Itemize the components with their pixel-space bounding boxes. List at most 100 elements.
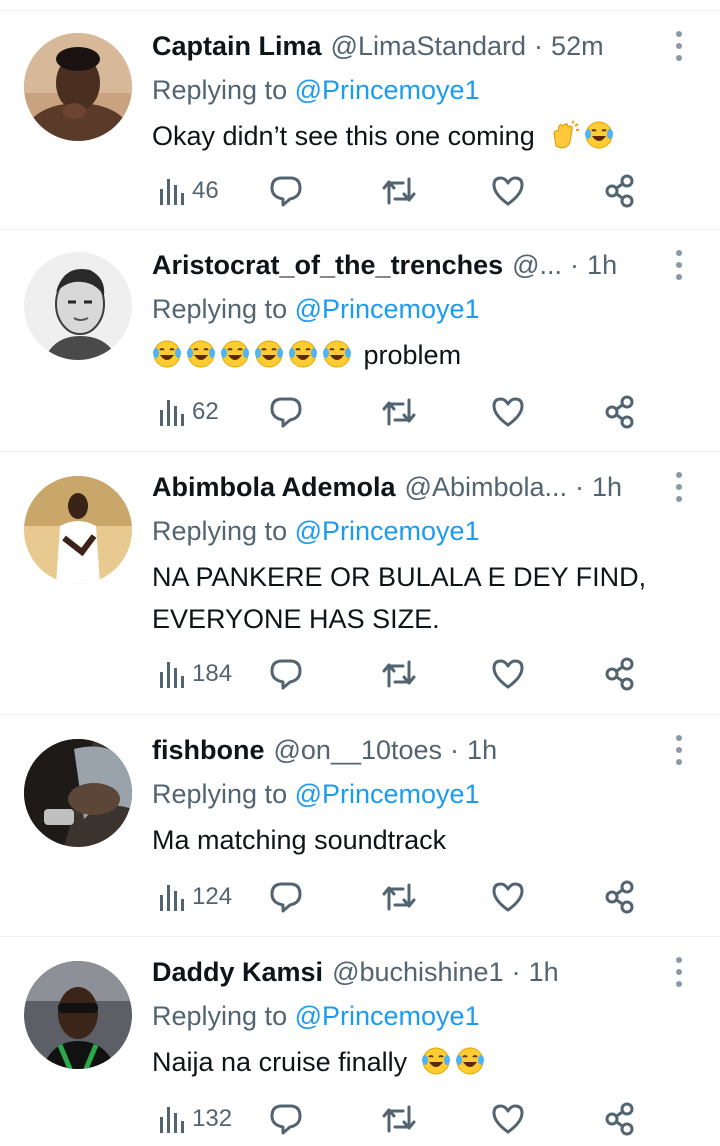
- replying-to: Replying to @Princemoye1: [152, 777, 480, 811]
- user-handle[interactable]: @...: [512, 248, 562, 282]
- heart-icon: [492, 882, 524, 912]
- reply-mention-link[interactable]: @Princemoye1: [295, 294, 480, 324]
- laughing-tears-emoji: [455, 1046, 485, 1076]
- user-handle[interactable]: @buchishine1: [332, 955, 504, 989]
- action-bar: 124: [0, 879, 720, 915]
- retweet-icon: [382, 660, 416, 688]
- tweet-text-line: EVERYONE HAS SIZE.: [152, 604, 440, 634]
- avatar[interactable]: [24, 476, 132, 584]
- laughing-tears-emoji: [421, 1046, 451, 1076]
- more-options-icon[interactable]: [668, 957, 690, 987]
- tweet-item[interactable]: Aristocrat_of_the_trenches @... · 1h Rep…: [0, 230, 720, 452]
- reply-button[interactable]: [268, 394, 304, 430]
- share-button[interactable]: [603, 394, 637, 430]
- replying-to: Replying to @Princemoye1: [152, 73, 480, 107]
- retweet-icon: [382, 398, 416, 426]
- replying-to-label: Replying to: [152, 779, 288, 809]
- views-button[interactable]: 62: [158, 394, 219, 430]
- display-name[interactable]: fishbone: [152, 733, 265, 767]
- views-count: 132: [192, 1105, 233, 1132]
- tweet-item[interactable]: Captain Lima @LimaStandard · 52m Replyin…: [0, 11, 720, 230]
- reply-mention-link[interactable]: @Princemoye1: [295, 779, 480, 809]
- more-options-icon[interactable]: [668, 31, 690, 61]
- timestamp[interactable]: 1h: [467, 733, 497, 767]
- reply-icon: [270, 397, 302, 428]
- tweet-header: Abimbola Ademola @Abimbola... · 1h: [152, 470, 660, 504]
- share-icon: [605, 174, 634, 208]
- views-icon: [160, 179, 184, 205]
- retweet-icon: [382, 883, 416, 911]
- reply-button[interactable]: [268, 1101, 304, 1137]
- display-name[interactable]: Daddy Kamsi: [152, 955, 323, 989]
- separator-dot: ·: [450, 735, 460, 765]
- more-options-icon[interactable]: [668, 250, 690, 280]
- reply-mention-link[interactable]: @Princemoye1: [295, 516, 480, 546]
- separator-dot: ·: [511, 957, 521, 987]
- display-name[interactable]: Captain Lima: [152, 29, 322, 63]
- more-options-icon[interactable]: [668, 472, 690, 502]
- timestamp[interactable]: 1h: [592, 470, 622, 504]
- views-button[interactable]: 46: [158, 173, 219, 209]
- views-button[interactable]: 124: [158, 879, 232, 915]
- avatar[interactable]: [24, 252, 132, 360]
- avatar[interactable]: [24, 961, 132, 1069]
- reply-button[interactable]: [268, 879, 304, 915]
- retweet-button[interactable]: [380, 879, 418, 915]
- laughing-tears-emoji: [186, 339, 216, 369]
- retweet-button[interactable]: [380, 656, 418, 692]
- timestamp[interactable]: 1h: [587, 248, 617, 282]
- like-button[interactable]: [491, 173, 525, 209]
- share-button[interactable]: [603, 1101, 637, 1137]
- like-button[interactable]: [491, 879, 525, 915]
- avatar[interactable]: [24, 33, 132, 141]
- action-bar: 62: [0, 394, 720, 430]
- share-icon: [605, 395, 634, 429]
- tweet-header: Aristocrat_of_the_trenches @... · 1h: [152, 248, 660, 282]
- heart-icon: [492, 397, 524, 427]
- tweet-item[interactable]: Abimbola Ademola @Abimbola... · 1h Reply…: [0, 452, 720, 715]
- separator-dot: ·: [570, 250, 580, 280]
- tweet-item[interactable]: fishbone @on__10toes · 1h Replying to @P…: [0, 715, 720, 937]
- user-handle[interactable]: @on__10toes: [274, 733, 443, 767]
- share-button[interactable]: [603, 656, 637, 692]
- timestamp[interactable]: 52m: [551, 29, 604, 63]
- like-button[interactable]: [491, 394, 525, 430]
- user-handle[interactable]: @Abimbola...: [405, 470, 567, 504]
- clapping-hands-emoji: [550, 120, 580, 150]
- laughing-tears-emoji: [254, 339, 284, 369]
- heart-icon: [492, 176, 524, 206]
- like-button[interactable]: [491, 1101, 525, 1137]
- views-button[interactable]: 132: [158, 1101, 232, 1137]
- display-name[interactable]: Aristocrat_of_the_trenches: [152, 248, 503, 282]
- timestamp[interactable]: 1h: [529, 955, 559, 989]
- reply-mention-link[interactable]: @Princemoye1: [295, 1001, 480, 1031]
- retweet-button[interactable]: [380, 1101, 418, 1137]
- reply-button[interactable]: [268, 656, 304, 692]
- tweet-text-line: Okay didn’t see this one coming: [152, 121, 535, 151]
- tweet-text-line: problem: [363, 340, 462, 370]
- reply-mention-link[interactable]: @Princemoye1: [295, 75, 480, 105]
- tweet-item[interactable]: Daddy Kamsi @buchishine1 · 1h Replying t…: [0, 937, 720, 1146]
- replying-to-label: Replying to: [152, 75, 288, 105]
- share-icon: [605, 880, 634, 914]
- share-button[interactable]: [603, 173, 637, 209]
- views-button[interactable]: 184: [158, 656, 232, 692]
- tweet-header: Daddy Kamsi @buchishine1 · 1h: [152, 955, 660, 989]
- avatar[interactable]: [24, 739, 132, 847]
- replying-to-label: Replying to: [152, 1001, 288, 1031]
- tweet-text-line: Ma matching soundtrack: [152, 825, 447, 855]
- reply-button[interactable]: [268, 173, 304, 209]
- share-button[interactable]: [603, 879, 637, 915]
- reply-icon: [270, 176, 302, 207]
- user-handle[interactable]: @LimaStandard: [331, 29, 527, 63]
- reply-icon: [270, 1104, 302, 1135]
- retweet-button[interactable]: [380, 394, 418, 430]
- like-button[interactable]: [491, 656, 525, 692]
- laughing-tears-emoji: [288, 339, 318, 369]
- views-count: 124: [192, 883, 233, 910]
- more-options-icon[interactable]: [668, 735, 690, 765]
- retweet-button[interactable]: [380, 173, 418, 209]
- display-name[interactable]: Abimbola Ademola: [152, 470, 396, 504]
- tweet-text: NA PANKERE OR BULALA E DEY FIND, EVERYON…: [152, 556, 690, 640]
- views-icon: [160, 1107, 184, 1133]
